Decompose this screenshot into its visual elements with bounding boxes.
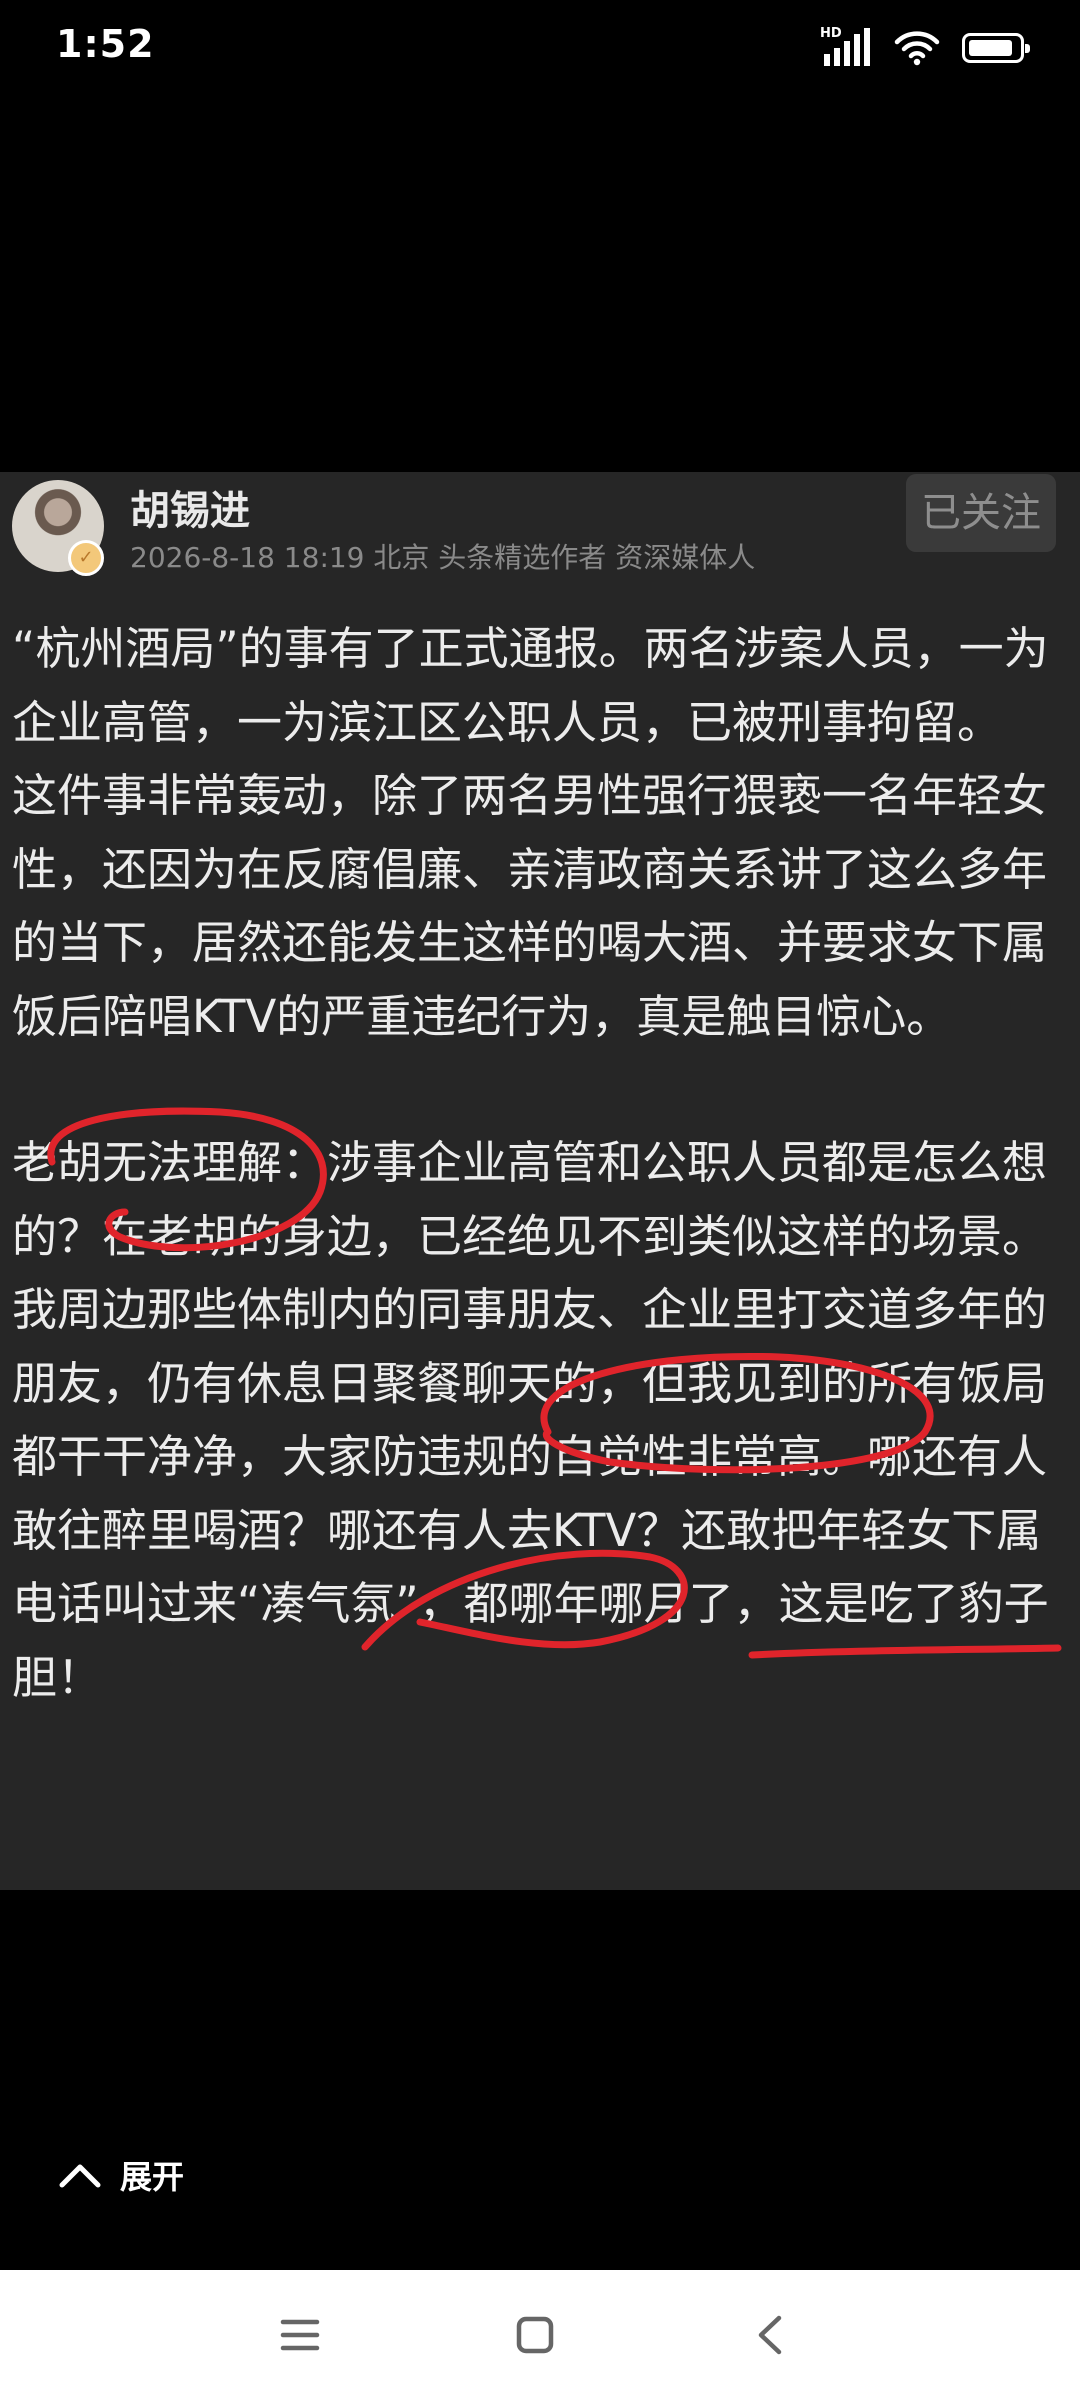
post-paragraph: “杭州酒局”的事有了正式通报。两名涉案人员，一为企业高管，一为滨江区公职人员，已… [12,622,1049,749]
follow-button[interactable]: 已关注 [906,474,1056,552]
post-body: “杭州酒局”的事有了正式通报。两名涉案人员，一为企业高管，一为滨江区公职人员，已… [12,612,1068,1714]
chevron-up-icon [59,2164,101,2188]
expand-label: 展开 [120,2158,185,2196]
post-paragraph: 这件事非常轰动，除了两名男性强行猥亵一名年轻女性，还因为在反腐倡廉、亲清政商关系… [12,769,1048,1043]
post-paragraph: 老胡无法理解：涉事企业高管和公职人员都是怎么想的？在老胡的身边，已经绝见不到类似… [12,1136,1049,1704]
status-icons: HD [820,26,1030,70]
battery-fill [969,40,1012,56]
status-time: 1:52 [56,22,155,66]
expand-button[interactable]: 展开 [58,2152,184,2198]
home-icon[interactable] [510,2310,560,2360]
post-screenshot: ✓ 胡锡进 2026-8-18 18:19 北京 头条精选作者 资深媒体人 已关… [0,472,1080,1890]
back-icon[interactable] [745,2310,795,2360]
navigation-bar [0,2270,1080,2400]
signal-icon: HD [820,26,872,68]
avatar-badge-icon: ✓ [68,540,104,576]
wifi-icon [894,31,940,66]
status-bar: 1:52 HD [0,0,1080,100]
menu-icon[interactable] [275,2310,325,2360]
author-name[interactable]: 胡锡进 [130,478,250,536]
hd-label: HD [820,26,842,41]
post-meta: 2026-8-18 18:19 北京 头条精选作者 资深媒体人 [130,541,756,574]
battery-icon [962,33,1030,63]
